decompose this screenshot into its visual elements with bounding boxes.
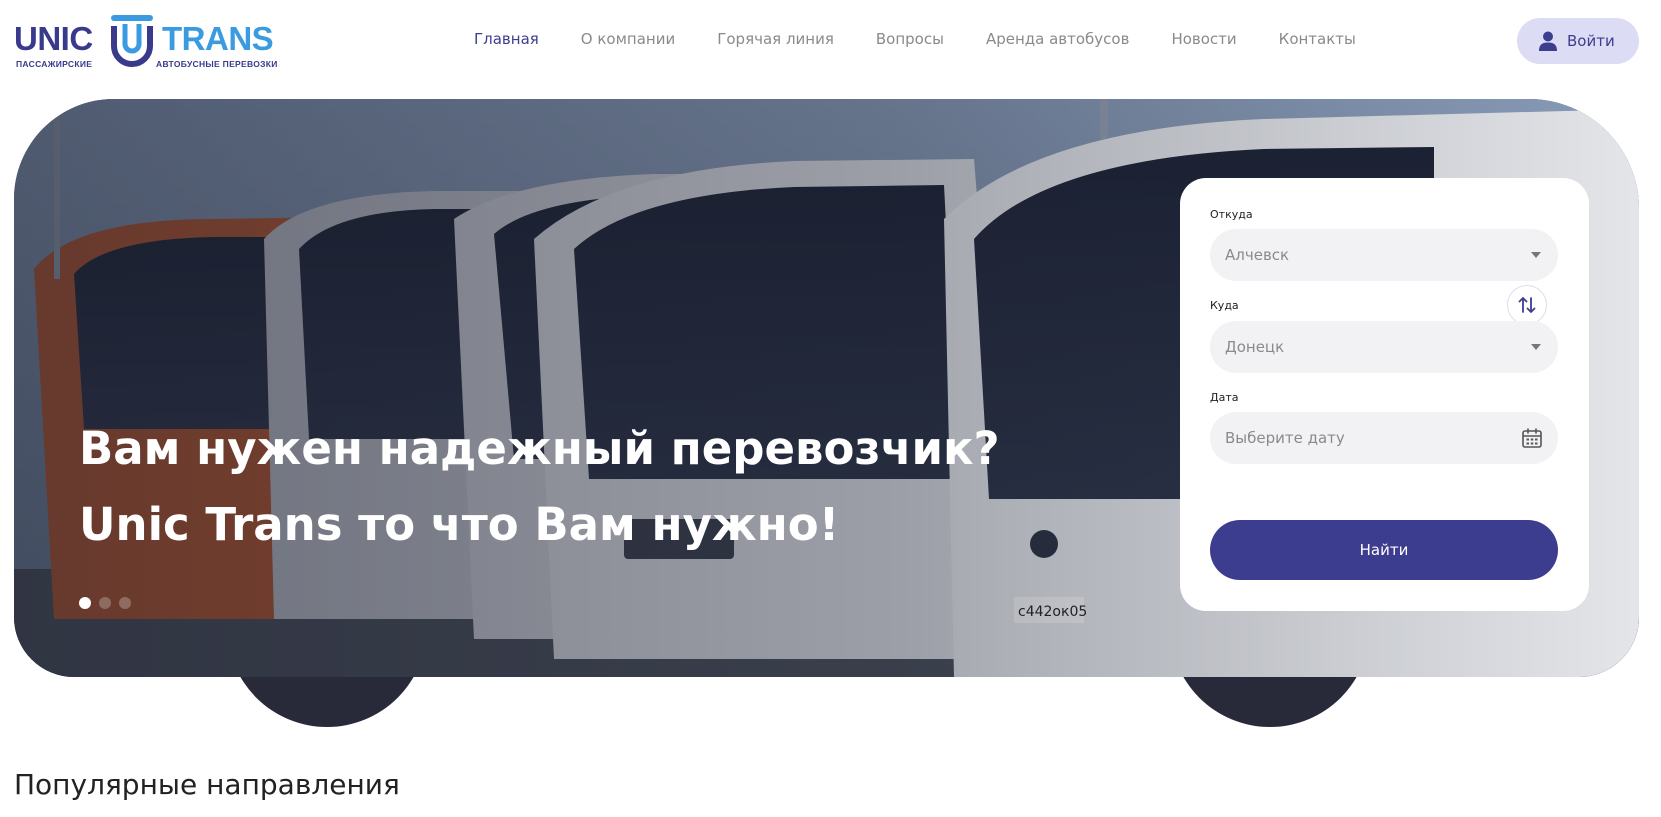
nav-item-about[interactable]: О компании bbox=[581, 30, 675, 48]
user-icon bbox=[1539, 31, 1557, 51]
logo-word-trans: TRANS bbox=[162, 20, 274, 57]
nav-item-news[interactable]: Новости bbox=[1171, 30, 1236, 48]
logo-subtitle-left: ПАССАЖИРСКИЕ bbox=[16, 59, 93, 69]
nav-item-faq[interactable]: Вопросы bbox=[876, 30, 944, 48]
main-nav: Главная О компании Горячая линия Вопросы… bbox=[474, 30, 1398, 48]
to-label: Куда bbox=[1210, 299, 1239, 312]
from-label: Откуда bbox=[1210, 208, 1253, 221]
nav-item-hotline[interactable]: Горячая линия bbox=[717, 30, 834, 48]
site-header: UNIC TRANS ПАССАЖИРСКИЕ АВТОБУСНЫЕ ПЕРЕВ… bbox=[0, 0, 1661, 84]
nav-item-bus-rental[interactable]: Аренда автобусов bbox=[986, 30, 1130, 48]
from-select-value: Алчевск bbox=[1225, 246, 1290, 264]
from-select[interactable]: Алчевск bbox=[1210, 229, 1558, 281]
to-select[interactable]: Донецк bbox=[1210, 321, 1558, 373]
chevron-down-icon bbox=[1531, 344, 1541, 350]
calendar-icon[interactable] bbox=[1521, 427, 1543, 449]
nav-item-home[interactable]: Главная bbox=[474, 30, 539, 48]
hero-heading: Вам нужен надежный перевозчик? Unic Tran… bbox=[79, 411, 1000, 563]
login-button[interactable]: Войти bbox=[1517, 18, 1639, 64]
login-label: Войти bbox=[1567, 32, 1615, 50]
logo-subtitle-right: АВТОБУСНЫЕ ПЕРЕВОЗКИ bbox=[156, 59, 278, 69]
popular-routes-heading: Популярные направления bbox=[14, 768, 400, 801]
to-select-value: Донецк bbox=[1225, 338, 1285, 356]
date-label: Дата bbox=[1210, 391, 1239, 404]
logo[interactable]: UNIC TRANS ПАССАЖИРСКИЕ АВТОБУСНЫЕ ПЕРЕВ… bbox=[14, 12, 284, 70]
slider-dot-1[interactable] bbox=[79, 597, 91, 609]
search-button[interactable]: Найти bbox=[1210, 520, 1558, 580]
logo-mark-icon bbox=[111, 15, 153, 67]
chevron-down-icon bbox=[1531, 252, 1541, 258]
hero-heading-line1: Вам нужен надежный перевозчик? bbox=[79, 422, 1000, 475]
nav-item-contacts[interactable]: Контакты bbox=[1279, 30, 1356, 48]
logo-word-unic: UNIC bbox=[14, 20, 93, 57]
hero-heading-line2: Unic Trans то что Вам нужно! bbox=[79, 498, 840, 551]
route-search-card: Откуда Алчевск Куда Донецк Дата Выберите… bbox=[1180, 178, 1589, 611]
slider-pagination bbox=[79, 597, 131, 609]
date-input[interactable]: Выберите дату bbox=[1210, 412, 1558, 464]
swap-button[interactable] bbox=[1507, 285, 1547, 325]
slider-dot-2[interactable] bbox=[99, 597, 111, 609]
date-input-placeholder: Выберите дату bbox=[1225, 429, 1345, 447]
swap-arrows-icon bbox=[1518, 297, 1536, 313]
slider-dot-3[interactable] bbox=[119, 597, 131, 609]
hero-section: с442ок05 Вам нужен надежный перевозчик? … bbox=[14, 99, 1639, 727]
